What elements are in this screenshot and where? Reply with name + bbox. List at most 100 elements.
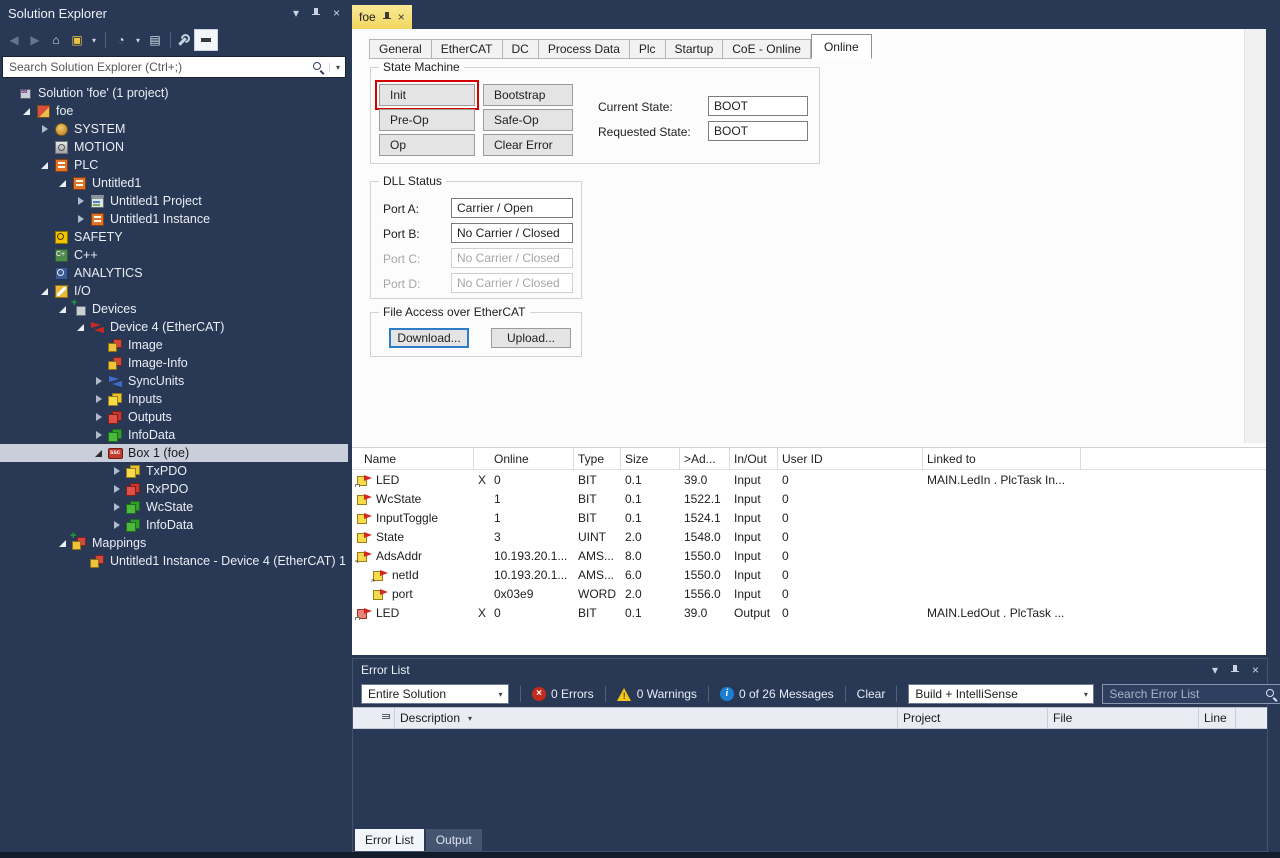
tab-close-icon[interactable]: × <box>398 10 405 24</box>
tree-item[interactable]: SAFETY <box>0 228 348 246</box>
column-header-project[interactable]: Project <box>898 708 1048 728</box>
column-header-type[interactable]: Type <box>574 448 621 469</box>
build-filter-dropdown[interactable]: Build + IntelliSense ▾ <box>908 684 1094 704</box>
tree-item[interactable]: foe <box>0 102 348 120</box>
tree-item[interactable]: Outputs <box>0 408 348 426</box>
collapsed-arrow-icon[interactable] <box>38 120 54 138</box>
search-icon[interactable] <box>312 61 325 74</box>
errors-filter-button[interactable]: × 0 Errors <box>532 687 594 701</box>
tree-item[interactable]: InfoData <box>0 516 348 534</box>
tree-item[interactable]: PLC <box>0 156 348 174</box>
tree-item[interactable]: ANALYTICS <box>0 264 348 282</box>
tree-item[interactable]: Box 1 (foe) <box>0 444 348 462</box>
port-status-field[interactable]: No Carrier / Closed <box>451 223 573 243</box>
collapsed-arrow-icon[interactable] <box>92 390 108 408</box>
column-header-file[interactable]: File <box>1048 708 1199 728</box>
expanded-arrow-icon[interactable] <box>38 282 54 300</box>
messages-filter-button[interactable]: i 0 of 26 Messages <box>720 687 834 701</box>
pin-icon[interactable] <box>311 8 321 19</box>
variable-row[interactable]: State3UINT2.01548.0Input0 <box>352 527 1266 546</box>
tree-item[interactable]: Untitled1 <box>0 174 348 192</box>
column-header-description[interactable]: Description▾ <box>395 708 898 728</box>
window-menu-chevron-icon[interactable]: ▾ <box>1212 663 1218 677</box>
dropdown-icon[interactable]: ▾ <box>89 30 99 50</box>
tree-item[interactable]: Solution 'foe' (1 project) <box>0 84 348 102</box>
tree-item[interactable]: Untitled1 Instance <box>0 210 348 228</box>
tree-item[interactable]: I/O <box>0 282 348 300</box>
column-header--ad-[interactable]: >Ad... <box>680 448 730 469</box>
variable-row[interactable]: LEDX0BIT0.139.0Output0MAIN.LedOut . PlcT… <box>352 603 1266 622</box>
safe-op-button[interactable]: Safe-Op <box>483 109 573 131</box>
sync-selection-toggle-icon[interactable] <box>194 29 218 51</box>
home-icon[interactable]: ⌂ <box>47 30 65 50</box>
tab-pin-icon[interactable] <box>382 12 392 23</box>
dropdown-icon[interactable]: ▾ <box>133 30 143 50</box>
tab-ethercat[interactable]: EtherCAT <box>432 39 503 59</box>
tree-item[interactable]: Device 4 (EtherCAT) <box>0 318 348 336</box>
tree-item[interactable]: Devices <box>0 300 348 318</box>
expanded-arrow-icon[interactable] <box>20 102 36 120</box>
tab-process-data[interactable]: Process Data <box>539 39 630 59</box>
tab-error-list[interactable]: Error List <box>355 829 424 851</box>
tree-item[interactable]: Image-Info <box>0 354 348 372</box>
tree-item[interactable]: WcState <box>0 498 348 516</box>
tree-item[interactable]: SYSTEM <box>0 120 348 138</box>
tab-output[interactable]: Output <box>426 829 482 851</box>
clear-error-button[interactable]: Clear Error <box>483 134 573 156</box>
search-icon[interactable] <box>1265 688 1278 701</box>
variable-row[interactable]: sAdsAddr10.193.20.1...AMS...8.01550.0Inp… <box>352 546 1266 565</box>
expanded-arrow-icon[interactable] <box>38 156 54 174</box>
expanded-arrow-icon[interactable] <box>74 318 90 336</box>
column-header-user-id[interactable]: User ID <box>778 448 923 469</box>
column-header-line[interactable]: Line <box>1199 708 1236 728</box>
column-header-flag[interactable] <box>377 708 395 728</box>
variable-row[interactable]: WcState1BIT0.11522.1Input0 <box>352 489 1266 508</box>
tab-coe-online[interactable]: CoE - Online <box>723 39 811 59</box>
collapsed-arrow-icon[interactable] <box>74 210 90 228</box>
search-input[interactable] <box>3 60 312 74</box>
tab-general[interactable]: General <box>369 39 432 59</box>
collapsed-arrow-icon[interactable] <box>110 480 126 498</box>
tree-item[interactable]: Untitled1 Project <box>0 192 348 210</box>
properties-wrench-icon[interactable] <box>177 33 191 47</box>
requested-state-field[interactable]: BOOT <box>708 121 808 141</box>
clear-button[interactable]: Clear <box>857 687 886 701</box>
column-header-in-out[interactable]: In/Out <box>730 448 778 469</box>
pre-op-button[interactable]: Pre-Op <box>379 109 475 131</box>
tree-item[interactable]: C++ <box>0 246 348 264</box>
error-list-body[interactable] <box>353 729 1267 829</box>
tree-item[interactable]: SyncUnits <box>0 372 348 390</box>
variable-row[interactable]: InputToggle1BIT0.11524.1Input0 <box>352 508 1266 527</box>
tab-online[interactable]: Online <box>811 34 872 59</box>
bootstrap-button[interactable]: Bootstrap <box>483 84 573 106</box>
port-status-field[interactable]: Carrier / Open <box>451 198 573 218</box>
collapsed-arrow-icon[interactable] <box>110 462 126 480</box>
collapsed-arrow-icon[interactable] <box>92 426 108 444</box>
tab-plc[interactable]: Plc <box>630 39 666 59</box>
column-header-linked-to[interactable]: Linked to <box>923 448 1081 469</box>
close-icon[interactable]: × <box>333 6 340 20</box>
expanded-arrow-icon[interactable] <box>92 444 108 462</box>
tree-item[interactable]: Untitled1 Instance - Device 4 (EtherCAT)… <box>0 552 348 570</box>
document-tab-foe[interactable]: foe × <box>352 5 412 29</box>
tree-item[interactable]: InfoData <box>0 426 348 444</box>
collapsed-arrow-icon[interactable] <box>110 516 126 534</box>
init-button[interactable]: Init <box>379 84 475 106</box>
tree-item[interactable]: TxPDO <box>0 462 348 480</box>
tree-item[interactable]: Image <box>0 336 348 354</box>
upload-button[interactable]: Upload... <box>491 328 571 348</box>
tree-item[interactable]: MOTION <box>0 138 348 156</box>
download-button[interactable]: Download... <box>389 328 469 348</box>
close-icon[interactable]: × <box>1252 663 1259 677</box>
tree-item[interactable]: RxPDO <box>0 480 348 498</box>
column-header-name[interactable]: Name <box>352 448 474 469</box>
column-header-x-marker[interactable] <box>474 448 490 469</box>
port-status-field[interactable]: No Carrier / Closed <box>451 248 573 268</box>
variable-row[interactable]: port0x03e9WORD2.01556.0Input0 <box>352 584 1266 603</box>
collapsed-arrow-icon[interactable] <box>110 498 126 516</box>
expanded-arrow-icon[interactable] <box>56 300 72 318</box>
scope-filter-dropdown[interactable]: Entire Solution ▾ <box>361 684 509 704</box>
tab-startup[interactable]: Startup <box>666 39 724 59</box>
pin-icon[interactable] <box>1230 665 1240 676</box>
column-header-size[interactable]: Size <box>621 448 680 469</box>
